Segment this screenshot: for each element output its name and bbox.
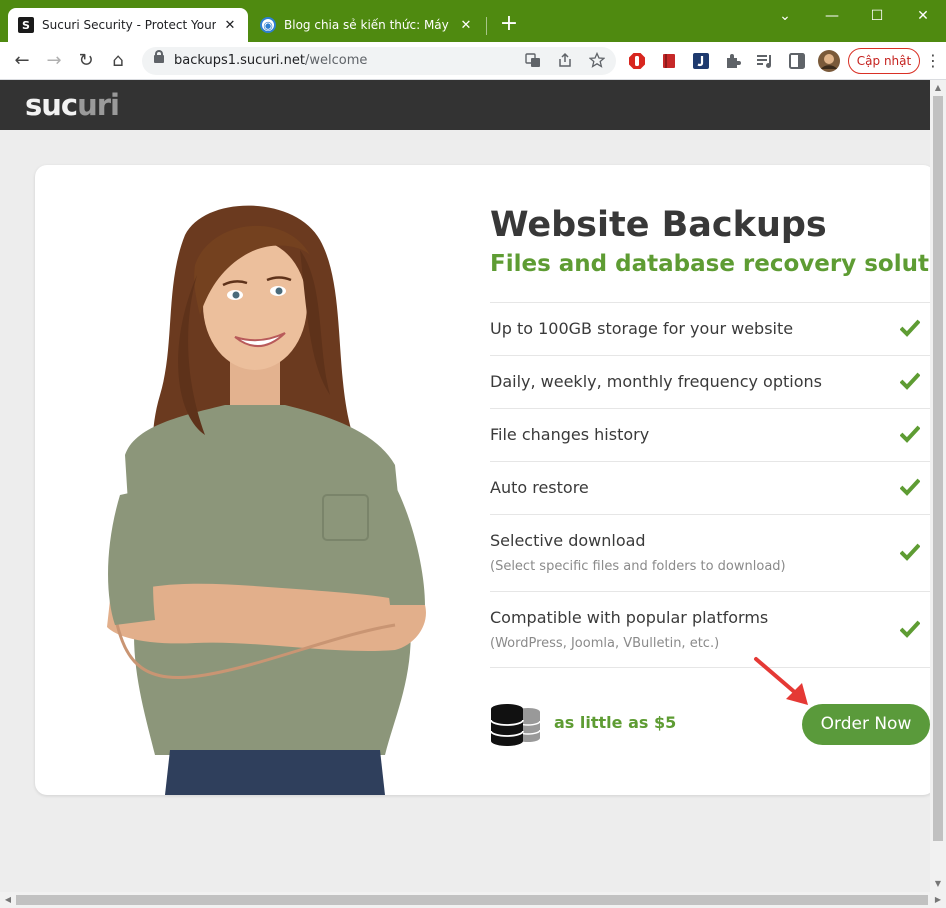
close-window-button[interactable]: ✕ xyxy=(903,4,943,28)
scroll-down-icon[interactable]: ▼ xyxy=(930,876,946,892)
page-subtitle: Files and database recovery solution xyxy=(490,251,935,277)
side-panel-icon[interactable] xyxy=(788,52,806,70)
check-icon xyxy=(900,319,920,337)
menu-kebab-icon[interactable]: ⋮ xyxy=(924,51,942,71)
vertical-scroll-thumb[interactable] xyxy=(933,96,943,841)
feature-text: Daily, weekly, monthly frequency options xyxy=(490,372,822,391)
smiling-woman-photo xyxy=(107,205,426,795)
browser-tab-bar: S Sucuri Security - Protect Your Inte ✕ … xyxy=(0,0,946,42)
feature-item: Selective download (Select specific file… xyxy=(490,514,930,591)
scroll-left-icon[interactable]: ◀ xyxy=(0,892,16,908)
lock-icon[interactable] xyxy=(154,50,164,63)
feature-text: Selective download xyxy=(490,531,646,550)
scroll-right-icon[interactable]: ▶ xyxy=(930,892,946,908)
tab-separator xyxy=(486,17,487,35)
check-icon xyxy=(900,372,920,390)
red-arrow-annotation xyxy=(754,657,808,705)
tab-sucuri[interactable]: S Sucuri Security - Protect Your Inte ✕ xyxy=(8,8,248,42)
horizontal-scrollbar[interactable]: ◀ ▶ xyxy=(0,892,946,908)
book-extension-icon[interactable] xyxy=(660,52,678,70)
site-header: sucuri xyxy=(0,80,930,130)
feature-item: Up to 100GB storage for your website xyxy=(490,302,930,355)
check-icon xyxy=(900,425,920,443)
browser-toolbar: ← → ↻ ⌂ backups1.sucuri.net/welcome Cập … xyxy=(0,42,946,80)
maximize-button[interactable]: ☐ xyxy=(857,4,897,28)
translate-icon[interactable] xyxy=(524,52,542,70)
profile-avatar[interactable] xyxy=(818,50,840,72)
feature-item: Compatible with popular platforms (WordP… xyxy=(490,591,930,668)
feature-text: File changes history xyxy=(490,425,650,444)
feature-subtext: (Select specific files and folders to do… xyxy=(490,559,786,574)
minimize-button[interactable]: — xyxy=(812,4,852,28)
page-title: Website Backups xyxy=(490,205,827,245)
media-control-icon[interactable] xyxy=(756,52,774,70)
tab-close-icon[interactable]: ✕ xyxy=(222,18,238,33)
tab-close-icon[interactable]: ✕ xyxy=(458,18,474,33)
scroll-up-icon[interactable]: ▲ xyxy=(930,80,946,96)
home-button[interactable]: ⌂ xyxy=(106,49,130,73)
new-tab-button[interactable]: + xyxy=(497,12,521,36)
adblock-extension-icon[interactable] xyxy=(628,52,646,70)
price-label: as little as $5 xyxy=(554,713,677,732)
feature-item: Auto restore xyxy=(490,461,930,514)
feature-list: Up to 100GB storage for your website Dai… xyxy=(490,302,930,668)
sucuri-logo[interactable]: sucuri xyxy=(25,88,120,122)
j-extension-icon[interactable] xyxy=(692,52,710,70)
feature-text: Compatible with popular platforms xyxy=(490,608,769,627)
tab-search-dropdown-icon[interactable]: ⌄ xyxy=(765,4,805,28)
tab-title: Sucuri Security - Protect Your Inte xyxy=(42,18,216,32)
forward-button[interactable]: → xyxy=(42,49,66,73)
update-button[interactable]: Cập nhật xyxy=(848,48,920,74)
check-icon xyxy=(900,620,920,638)
feature-item: File changes history xyxy=(490,408,930,461)
bookmark-star-icon[interactable] xyxy=(588,51,606,70)
feature-subtext: (WordPress, Joomla, VBulletin, etc.) xyxy=(490,636,720,651)
extensions-puzzle-icon[interactable] xyxy=(724,52,742,70)
horizontal-scroll-thumb[interactable] xyxy=(16,895,928,905)
share-icon[interactable] xyxy=(556,52,574,70)
feature-text: Auto restore xyxy=(490,478,589,497)
feature-item: Daily, weekly, monthly frequency options xyxy=(490,355,930,408)
database-icon xyxy=(490,704,541,746)
vertical-scrollbar[interactable]: ▲ ▼ xyxy=(930,80,946,892)
back-button[interactable]: ← xyxy=(10,49,34,73)
tab-title: Blog chia sẻ kiến thức: Máy tính xyxy=(284,18,452,32)
order-now-button[interactable]: Order Now xyxy=(802,704,930,745)
address-bar[interactable]: backups1.sucuri.net/welcome xyxy=(142,47,616,75)
check-icon xyxy=(900,543,920,561)
tab-blog[interactable]: ◉ Blog chia sẻ kiến thức: Máy tính ✕ xyxy=(250,8,484,42)
sucuri-favicon-icon: S xyxy=(18,17,34,33)
check-icon xyxy=(900,478,920,496)
blog-favicon-icon: ◉ xyxy=(260,17,276,33)
url-text[interactable]: backups1.sucuri.net/welcome xyxy=(174,53,367,68)
feature-text: Up to 100GB storage for your website xyxy=(490,319,794,338)
reload-button[interactable]: ↻ xyxy=(74,49,98,73)
